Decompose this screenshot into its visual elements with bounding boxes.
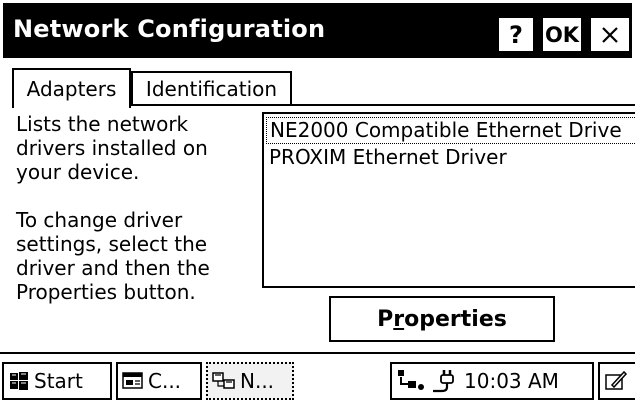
start-label: Start (34, 369, 83, 393)
title-bar-background: Network Configuration ? OK (3, 3, 632, 58)
clock[interactable]: 10:03 AM (464, 369, 559, 393)
window-title: Network Configuration (13, 15, 326, 43)
control-panel-icon (122, 372, 143, 389)
list-item[interactable]: PROXIM Ethernet Driver (264, 144, 635, 171)
properties-label-accel: r (393, 306, 405, 332)
close-button[interactable] (589, 16, 631, 53)
list-item[interactable]: NE2000 Compatible Ethernet Drive (266, 117, 635, 144)
tab-identification[interactable]: Identification (131, 71, 292, 105)
taskbar-app-label: C... (148, 369, 182, 393)
stylus-button[interactable] (598, 362, 635, 400)
tab-adapters[interactable]: Adapters (12, 68, 131, 108)
tab-divider (131, 104, 635, 106)
adapter-list[interactable]: NE2000 Compatible Ethernet Drive PROXIM … (262, 112, 635, 288)
stylus-icon (605, 370, 628, 390)
properties-button[interactable]: Pr operties (329, 296, 555, 342)
ok-button[interactable]: OK (541, 16, 583, 53)
close-icon (602, 26, 618, 43)
properties-label-post: operties (404, 306, 507, 332)
title-bar: Network Configuration ? OK (0, 0, 635, 60)
help-button[interactable]: ? (497, 16, 535, 53)
start-button[interactable]: Start (2, 362, 112, 400)
taskbar-app-label: N... (240, 369, 275, 393)
taskbar: Start C... N... 10:03 AM (0, 352, 635, 401)
system-tray: 10:03 AM (390, 362, 594, 400)
taskbar-app-network[interactable]: N... (206, 362, 294, 400)
properties-label-pre: P (377, 306, 394, 332)
network-status-icon[interactable] (396, 368, 426, 394)
power-icon[interactable] (430, 368, 456, 394)
network-icon (212, 372, 235, 389)
description-text: Lists the network drivers installed on y… (16, 112, 210, 304)
start-icon (10, 372, 28, 390)
taskbar-app-control-panel[interactable]: C... (116, 362, 202, 400)
